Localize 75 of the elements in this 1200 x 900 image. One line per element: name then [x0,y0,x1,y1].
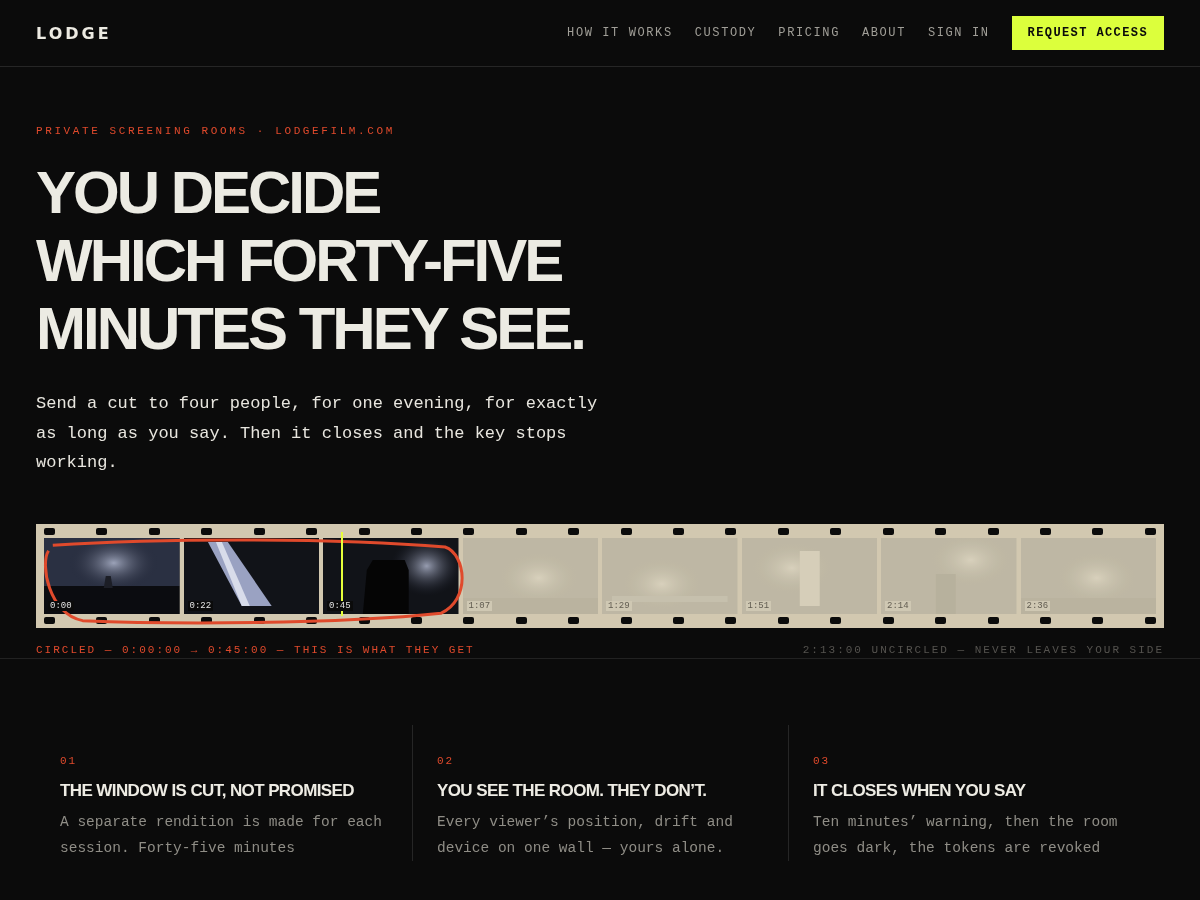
feature-text: Every viewer’s position, drift and device on one wall — yours alone. [437,812,734,858]
uncircled-caption: 2:13:00 UNCIRCLED — NEVER LEAVES YOUR SIDE [802,643,1164,656]
sprocket-hole [201,527,213,535]
headline-line: YOU DECIDE [36,159,381,227]
timecode: 1:29 [606,600,632,611]
nav-link[interactable]: ABOUT [861,26,906,40]
sprocket-hole [568,527,580,535]
sprocket-hole [935,616,947,624]
headline-line: WHICH FORTY-FIVE [36,227,563,295]
timecode: 0:00 [48,600,74,611]
sprocket-hole [620,616,632,624]
sprocket-hole [463,616,475,624]
nav-link[interactable]: PRICING [778,26,840,40]
sprocket-hole [882,616,894,624]
sprocket-hole [987,527,999,535]
sprocket-hole [410,527,422,535]
timecode: 1:07 [466,600,493,611]
feature-number: 02 [437,754,456,767]
sprocket-hole [515,527,527,535]
sprocket-hole [515,616,527,624]
sprocket-hole [1092,616,1104,624]
timecode: 2:14 [885,600,911,611]
nav-link[interactable]: SIGN IN [927,26,990,40]
sprocket-hole [1040,527,1051,535]
sprocket-hole [44,616,55,624]
sprocket-hole [463,527,475,535]
sprocket-hole [1040,616,1051,624]
circled-caption: CIRCLED — 0:00:00 → 0:45:00 — THIS IS WHAT THEY GET [36,643,475,656]
sprocket-hole [568,616,580,624]
nav-link[interactable]: HOW IT WORKS [567,26,673,40]
brand-logo[interactable]: LODGE [36,23,112,43]
sprocket-hole [777,527,789,535]
feature-title: IT CLOSES WHEN YOU SAY [813,780,1027,801]
sprocket-hole [358,527,370,535]
sprocket-hole [253,527,265,535]
feature-title: THE WINDOW IS CUT, NOT PROMISED [60,780,355,801]
headline-line: MINUTES THEY SEE. [36,295,585,363]
eyebrow-text: PRIVATE SCREENING ROOMS · LODGEFILM.COM [36,125,396,137]
sprocket-hole [830,616,842,624]
request-access-button[interactable]: REQUEST ACCESS [1011,16,1164,50]
sprocket-hole [777,616,789,624]
timecode: 1:51 [745,600,772,611]
sprocket-hole [673,527,685,535]
sprocket-hole [620,527,632,535]
sprocket-hole [830,527,842,535]
sprocket-hole [725,527,737,535]
feature-title: YOU SEE THE ROOM. THEY DON’T. [437,780,708,801]
sprocket-hole [96,616,108,624]
sprocket-hole [306,616,318,624]
feature-number: 03 [813,754,832,767]
sprocket-hole [201,616,213,624]
nav-link[interactable]: CUSTODY [694,26,757,40]
sprocket-hole [306,527,318,535]
sprocket-hole [882,527,894,535]
timecode: 2:36 [1024,600,1051,611]
sprocket-hole [148,527,160,535]
sprocket-hole [1092,527,1104,535]
sprocket-hole [935,527,947,535]
timecode: 0:22 [187,600,214,611]
timecode: 0:45 [327,600,353,611]
sprocket-hole [673,616,685,624]
feature-text: Ten minutes’ warning, then the room goes dark, the tokens are revoked [813,812,1119,858]
sprocket-hole [44,527,55,535]
feature-number: 01 [60,754,79,767]
sprocket-hole [96,527,108,535]
sprocket-hole [987,616,999,624]
feature-text: A separate rendition is made for each session. Forty-five minutes [60,812,383,858]
sprocket-hole [410,616,422,624]
sprocket-hole [253,616,265,624]
sprocket-hole [148,616,160,624]
sprocket-hole [1144,616,1156,624]
sprocket-hole [1144,527,1156,535]
sprocket-hole [725,616,737,624]
sprocket-hole [358,616,370,624]
lede-paragraph: Send a cut to four people, for one evening, for exactly as long as you say. Then it closes and the key stops working. [36,393,599,474]
